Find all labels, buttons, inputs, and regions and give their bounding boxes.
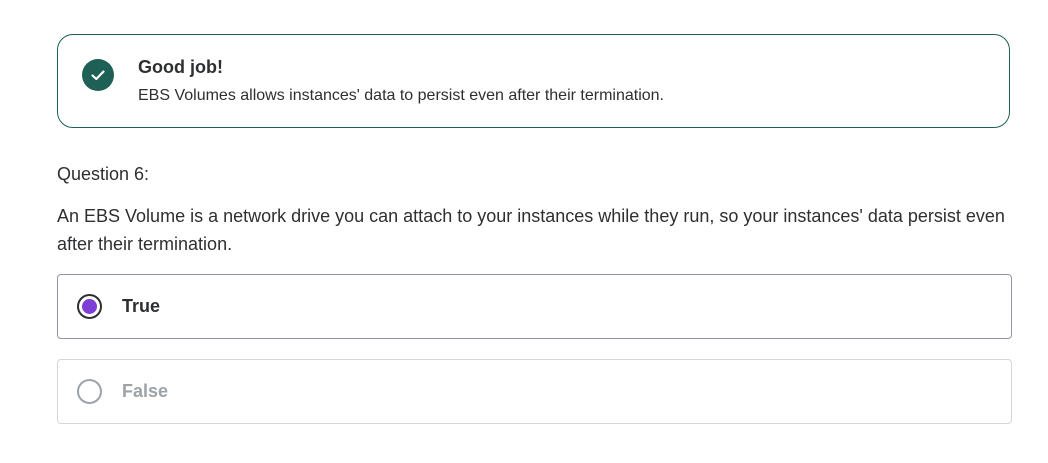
feedback-alert: Good job! EBS Volumes allows instances' … bbox=[57, 34, 1010, 128]
answer-option-label: False bbox=[122, 381, 169, 401]
check-icon bbox=[82, 59, 114, 91]
question-prompt: An EBS Volume is a network drive you can… bbox=[57, 206, 1005, 254]
radio-dot bbox=[82, 299, 97, 314]
radio-unselected-icon[interactable] bbox=[77, 379, 102, 404]
question-number: Question 6: bbox=[57, 164, 150, 184]
answer-option-true[interactable]: True bbox=[57, 274, 1012, 339]
answer-option-label: True bbox=[122, 296, 161, 316]
quiz-page: Good job! EBS Volumes allows instances' … bbox=[0, 0, 1048, 463]
feedback-message: EBS Volumes allows instances' data to pe… bbox=[138, 87, 664, 104]
answer-option-false[interactable]: False bbox=[57, 359, 1012, 424]
feedback-title: Good job! bbox=[138, 57, 223, 77]
radio-selected-icon[interactable] bbox=[77, 294, 102, 319]
